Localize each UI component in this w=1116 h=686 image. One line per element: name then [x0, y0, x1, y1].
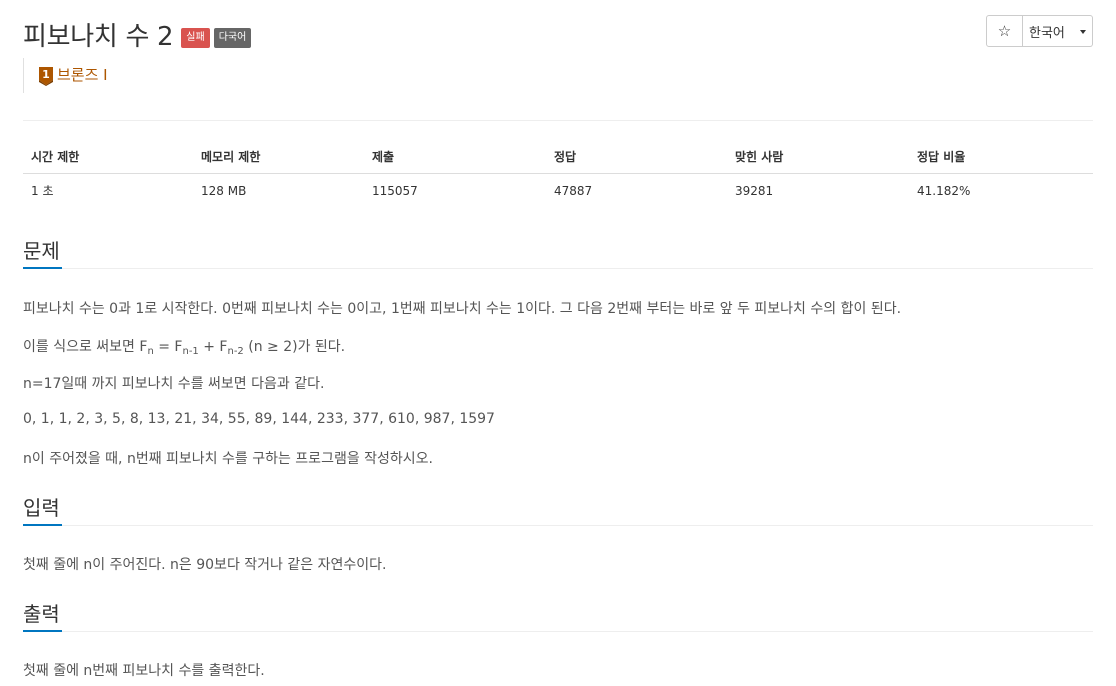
header-buttons: ☆ 한국어	[986, 15, 1093, 47]
table-header-row: 시간 제한 메모리 제한 제출 정답 맞힌 사람 정답 비율	[23, 140, 1093, 174]
output-description: 첫째 줄에 n번째 피보나치 수를 출력한다.	[23, 663, 265, 679]
accepted-value: 47887	[554, 183, 593, 198]
problem-title: 피보나치 수 2	[23, 22, 174, 52]
output-header: 출력	[23, 600, 1093, 632]
header-solved-users: 맞힌 사람	[727, 140, 909, 174]
description-line-3: n=17일때 까지 피보나치 수를 써보면 다음과 같다.	[23, 376, 325, 392]
formula-plus: + F	[198, 339, 228, 355]
description-formula: 이를 식으로 써보면 Fn = Fn-1 + Fn-2 (n ≥ 2)가 된다.	[23, 336, 345, 357]
fibonacci-sequence: 0, 1, 1, 2, 3, 5, 8, 13, 21, 34, 55, 89,…	[23, 411, 495, 427]
bronze-tier-icon: 1	[39, 67, 53, 86]
formula-prefix: 이를 식으로 써보면 F	[23, 339, 148, 355]
header-divider	[23, 120, 1093, 121]
language-dropdown[interactable]: 한국어	[1023, 15, 1093, 47]
accept-ratio-value: 41.182%	[917, 183, 971, 198]
header-accept-ratio: 정답 비율	[909, 140, 1093, 174]
description-line-1: 피보나치 수는 0과 1로 시작한다. 0번째 피보나치 수는 0이고, 1번째…	[23, 301, 902, 317]
title-row: 피보나치 수 2 실패 다국어	[23, 16, 252, 53]
memory-limit-value: 128 MB	[201, 183, 247, 198]
description-header: 문제	[23, 237, 1093, 269]
problem-info-table: 시간 제한 메모리 제한 제출 정답 맞힌 사람 정답 비율 1 초 128 M…	[23, 140, 1093, 208]
formula-sub-n2: n-2	[227, 346, 244, 357]
formula-eq: = F	[153, 339, 183, 355]
formula-suffix: (n ≥ 2)가 된다.	[243, 339, 346, 355]
section-title-output: 출력	[23, 600, 62, 632]
submissions-value: 115057	[372, 183, 418, 198]
formula-sub-n1: n-1	[182, 346, 199, 357]
header-time-limit: 시간 제한	[23, 140, 193, 174]
caret-down-icon	[1080, 30, 1086, 34]
time-limit-value: 1 초	[31, 184, 54, 199]
solved-users-value: 39281	[735, 183, 774, 198]
section-title-description: 문제	[23, 237, 62, 269]
input-description: 첫째 줄에 n이 주어진다. n은 90보다 작거나 같은 자연수이다.	[23, 557, 387, 573]
header-accepted: 정답	[546, 140, 727, 174]
header-memory-limit: 메모리 제한	[193, 140, 364, 174]
description-line-5: n이 주어졌을 때, n번째 피보나치 수를 구하는 프로그램을 작성하시오.	[23, 451, 434, 467]
table-row: 1 초 128 MB 115057 47887 39281 41.182%	[23, 174, 1093, 208]
language-label: 한국어	[1029, 25, 1065, 41]
tier-block: 1 브론즈 I	[23, 58, 108, 93]
input-header: 입력	[23, 494, 1093, 526]
header-submissions: 제출	[364, 140, 546, 174]
tier-label[interactable]: 브론즈 I	[57, 64, 108, 85]
multilingual-badge[interactable]: 다국어	[213, 27, 252, 48]
svg-text:1: 1	[42, 68, 50, 81]
fail-badge: 실패	[181, 27, 210, 48]
section-title-input: 입력	[23, 494, 62, 526]
favorite-button[interactable]: ☆	[986, 15, 1023, 47]
star-icon: ☆	[997, 22, 1012, 40]
